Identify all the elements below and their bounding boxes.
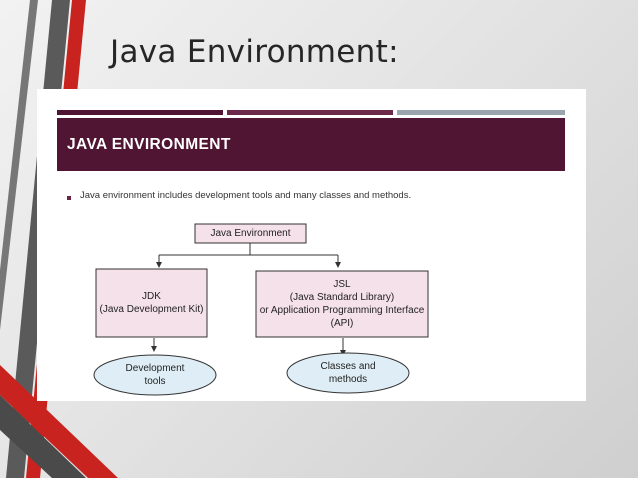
dev-tools-line2: tools	[144, 376, 166, 387]
jdk-label: JDK	[142, 291, 161, 302]
jsl-sublabel-2: or Application Programming Interface	[259, 305, 425, 316]
dev-tools-label: Development tools	[94, 355, 216, 395]
jdk-sublabel: (Java Development Kit)	[99, 304, 204, 315]
jsl-box-label: JSL (Java Standard Library) or Applicati…	[256, 271, 428, 337]
jsl-label: JSL	[333, 279, 351, 290]
content-panel: JAVA ENVIRONMENT Java environment includ…	[37, 89, 586, 401]
root-box-label: Java Environment	[195, 224, 306, 243]
slide-title: Java Environment:	[110, 34, 399, 70]
dev-tools-line1: Development	[125, 363, 185, 374]
classes-label: Classes and methods	[287, 353, 409, 393]
jsl-sublabel-1: (Java Standard Library)	[289, 292, 395, 303]
classes-line1: Classes and	[320, 361, 376, 372]
jdk-box-label: JDK (Java Development Kit)	[96, 269, 207, 337]
jsl-sublabel-3: (API)	[330, 318, 354, 329]
root-label: Java Environment	[210, 228, 291, 239]
classes-line2: methods	[328, 374, 368, 385]
